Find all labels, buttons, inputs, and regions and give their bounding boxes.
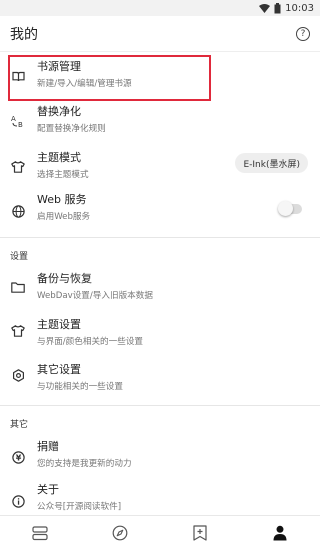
menu-item-title: Web 服务 <box>37 193 87 206</box>
menu-item-title: 其它设置 <box>37 363 81 376</box>
menu-item-donate[interactable]: ¥ 捐赠 您的支持是我更新的动力 <box>0 436 320 480</box>
info-icon <box>10 493 26 509</box>
menu-item-subtitle: 与功能相关的一些设置 <box>37 382 123 392</box>
menu-item-theme-settings[interactable]: 主题设置 与界面/颜色相关的一些设置 <box>0 310 320 354</box>
menu-item-subtitle: 选择主题模式 <box>37 170 89 180</box>
svg-text:B: B <box>18 121 23 128</box>
bookshelf-icon[interactable] <box>31 524 49 542</box>
bottom-navigation <box>0 515 320 550</box>
web-service-toggle[interactable] <box>278 201 302 216</box>
wifi-icon <box>259 3 271 13</box>
tshirt-icon <box>10 323 26 339</box>
menu-item-subtitle: 配置替换净化规则 <box>37 124 106 134</box>
menu-item-title: 关于 <box>37 483 59 496</box>
battery-icon <box>274 2 281 14</box>
my-profile-icon[interactable] <box>271 524 289 542</box>
status-time: 10:03 <box>285 2 314 14</box>
menu-item-title: 捐赠 <box>37 440 59 453</box>
section-divider <box>0 405 320 406</box>
explore-compass-icon[interactable] <box>111 524 129 542</box>
settings-gear-icon <box>10 367 26 383</box>
status-bar: 10:03 <box>0 0 320 16</box>
theme-mode-value-chip[interactable]: E-Ink(墨水屏) <box>235 153 308 173</box>
settings-list: 书源管理 新建/导入/编辑/管理书源 AB 替换净化 配置替换净化规则 主题模式… <box>0 52 320 515</box>
menu-item-subtitle: 启用Web服务 <box>37 212 91 222</box>
app-bar: 我的 ? <box>0 16 320 52</box>
menu-item-about[interactable]: 关于 公众号[开源阅读软件] <box>0 480 320 515</box>
svg-text:A: A <box>11 115 16 123</box>
globe-icon <box>10 203 26 219</box>
menu-item-replace-purify[interactable]: AB 替换净化 配置替换净化规则 <box>0 102 320 148</box>
donate-coin-icon: ¥ <box>10 449 26 465</box>
menu-item-subtitle: 您的支持是我更新的动力 <box>37 459 132 469</box>
menu-item-title: 备份与恢复 <box>37 272 92 285</box>
rss-bookmark-icon[interactable] <box>191 524 209 542</box>
menu-item-title: 替换净化 <box>37 105 81 118</box>
folder-icon <box>10 279 26 295</box>
page-title: 我的 <box>10 26 38 43</box>
section-header-settings: 设置 <box>10 252 29 262</box>
menu-item-title: 主题模式 <box>37 151 81 164</box>
toggle-knob <box>278 201 293 216</box>
menu-item-subtitle: 公众号[开源阅读软件] <box>37 502 122 512</box>
tshirt-icon <box>10 159 26 175</box>
highlight-annotation-box <box>8 55 211 101</box>
help-icon[interactable]: ? <box>296 26 310 41</box>
menu-item-subtitle: WebDav设置/导入旧版本数据 <box>37 291 153 301</box>
menu-item-backup-restore[interactable]: 备份与恢复 WebDav设置/导入旧版本数据 <box>0 266 320 310</box>
section-header-other: 其它 <box>10 420 29 430</box>
menu-item-title: 主题设置 <box>37 318 81 331</box>
menu-item-web-service[interactable]: Web 服务 启用Web服务 <box>0 190 320 234</box>
svg-text:¥: ¥ <box>15 453 21 462</box>
menu-item-other-settings[interactable]: 其它设置 与功能相关的一些设置 <box>0 354 320 398</box>
find-replace-icon: AB <box>10 113 26 129</box>
section-divider <box>0 237 320 238</box>
menu-item-subtitle: 与界面/颜色相关的一些设置 <box>37 337 144 347</box>
